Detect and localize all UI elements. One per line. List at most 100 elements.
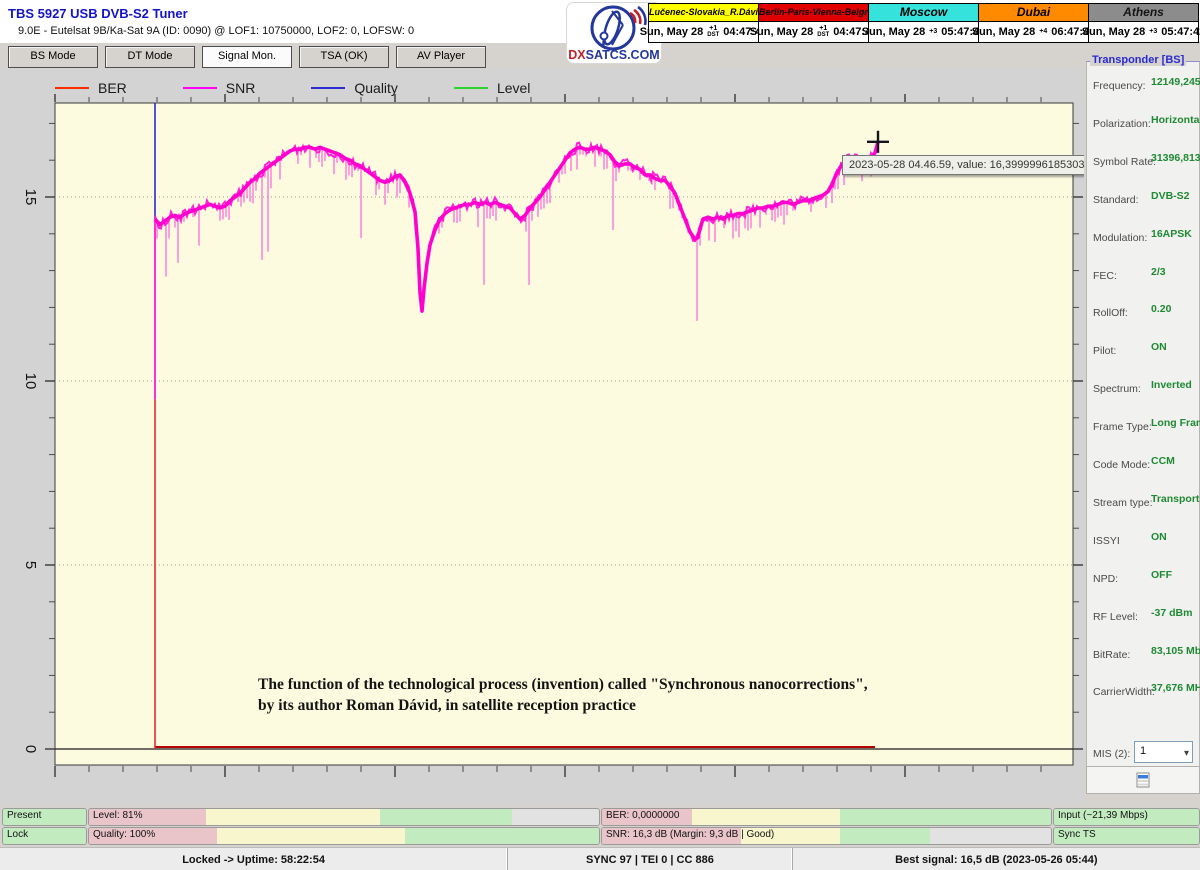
tab-signal-mon-[interactable]: Signal Mon. — [202, 46, 292, 68]
status-lock-uptime: Locked -> Uptime: 58:22:54 — [0, 848, 509, 870]
status-best-signal: Best signal: 16,5 dB (2023-05-26 05:44) — [895, 853, 1098, 866]
clock-city-label: Dubai — [979, 4, 1088, 22]
field-carrierwidth-: CarrierWidth:37,676 MHz — [1093, 682, 1200, 712]
field-label: Stream type: — [1093, 496, 1153, 509]
meter-segment — [839, 828, 930, 844]
field-label: CarrierWidth: — [1093, 686, 1155, 699]
field-standard-: Standard: DVB-S2 — [1093, 190, 1197, 220]
meter-segment — [216, 828, 406, 844]
field-value: Inverted — [1151, 379, 1192, 392]
tab-tsa-ok-[interactable]: TSA (OK) — [299, 46, 389, 68]
field-label: Code Mode: — [1093, 459, 1151, 471]
field-value: Long Frame — [1151, 417, 1200, 430]
field-fec-: FEC: 2/3 — [1093, 266, 1197, 296]
field-label: ISSYI — [1093, 534, 1120, 547]
field-label: RF Level: — [1093, 610, 1138, 623]
field-label: Frame Type: — [1093, 421, 1152, 434]
field-value: 83,105 Mbit/s — [1151, 644, 1200, 657]
meter-ber: BER: 0,0000000 — [601, 808, 1052, 826]
field-stream-type-: Stream type: Transport — [1093, 492, 1200, 523]
field-code-mode-: Code Mode: CCM — [1093, 455, 1197, 485]
meter-segment — [512, 809, 599, 825]
meter-label: Sync TS — [1058, 829, 1096, 840]
window-title: TBS 5927 USB DVB-S2 Tuner — [8, 6, 188, 21]
mis-label: MIS (2): — [1093, 748, 1131, 760]
field-label: Modulation: — [1093, 231, 1148, 244]
transponder-panel: Frequency: 12149,245 MHz Polarization:Hori… — [1086, 61, 1200, 779]
field-value: -37 dBm — [1151, 606, 1193, 619]
field-label: Spectrum: — [1093, 383, 1141, 396]
clock-city-label: Athens — [1089, 4, 1198, 22]
mis-dropdown[interactable]: 1 ▾ — [1134, 741, 1193, 763]
app-window: TBS 5927 USB DVB-S2 Tuner 9.0E - Eutelsa… — [0, 0, 1200, 870]
clock-1: Berlin-Paris-Vienna-BelgradeSun, May 28+… — [750, 4, 877, 42]
field-rf-level-: RF Level: -37 dBm — [1093, 607, 1197, 637]
tab-bar: BS Mode DT Mode Signal Mon. TSA (OK) AV Play… — [0, 42, 1084, 69]
y-tick-label-5: 5 — [22, 561, 39, 569]
clock-city-label: Moscow — [869, 4, 978, 22]
meter-level: Level: 81% — [88, 808, 600, 826]
field-value: 16APSK — [1151, 227, 1192, 240]
field-label: Standard: — [1093, 193, 1139, 206]
field-value: Horizontal — [1151, 113, 1200, 126]
sidebar-title: Transponder [BS] — [1090, 54, 1187, 66]
signal-meters: Present Level: 81% BER: 0,0000000 Input (~2… — [0, 806, 1200, 847]
status-bar: Locked -> Uptime: 58:22:54 SYNC 97 | TEI… — [0, 847, 1200, 870]
meter-label: BER: 0,0000000 — [606, 810, 680, 821]
field-rolloff-: RollOff: 0.20 — [1093, 303, 1197, 333]
field-frequency-: Frequency: 12149,245 MHz — [1093, 76, 1200, 106]
meter-label: Present — [7, 810, 42, 821]
clock-city-label: Berlin-Paris-Vienna-Belgrade — [759, 4, 868, 22]
y-tick-label-10: 10 — [22, 373, 39, 390]
field-value: OFF — [1151, 568, 1172, 581]
field-value: Transport — [1151, 492, 1200, 505]
meter-present: Present — [2, 808, 87, 826]
field-value: CCM — [1151, 455, 1175, 467]
field-symbol-rate-: Symbol Rate:31396,813 KS/s — [1093, 151, 1200, 182]
field-value: 31396,813 KS/s — [1151, 151, 1200, 164]
clock-4: AthensSun, May 28+305:47:42 — [1082, 4, 1200, 42]
stream-list-button[interactable] — [1086, 766, 1200, 794]
clock-0: Lučenec-Slovakia_R.Dávid Sun, May 28 +1 DST… — [640, 4, 767, 42]
clock-3: Dubai Sun, May 28 +4 06:47:42 — [972, 4, 1095, 42]
tab-dt-mode[interactable]: DT Mode — [105, 46, 195, 68]
logo-text: DXSATCS.COM — [568, 48, 659, 62]
mis-selected-value: 1 — [1140, 745, 1147, 757]
field-npd-: NPD: OFF — [1093, 569, 1197, 599]
meter-label: Quality: 100% — [93, 829, 156, 840]
field-polarization-: Polarization: Horizontal — [1093, 113, 1200, 144]
meter-label: Input (~21,39 Mbps) — [1058, 810, 1148, 821]
meter-segment — [379, 809, 513, 825]
meter-quality: Quality: 100% — [88, 827, 600, 845]
meter-label: Lock — [7, 829, 29, 840]
meter-lock: Lock — [2, 827, 87, 845]
world-clocks: Lučenec-Slovakia_R.Dávid Sun, May 28 +1 DST… — [640, 3, 1200, 43]
field-label: BitRate: — [1093, 648, 1131, 661]
window-subtitle: 9.0E - Eutelsat 9B/Ka-Sat 9A (ID: 0090) … — [18, 25, 415, 37]
field-label: Frequency: — [1093, 80, 1146, 92]
field-label: NPD: — [1093, 572, 1119, 585]
field-value: 0.20 — [1151, 303, 1172, 316]
field-label: Polarization: — [1093, 117, 1151, 130]
clock-2: Moscow Sun, May 28 +3 05:47:42 — [862, 4, 985, 42]
field-value: ON — [1151, 341, 1167, 354]
field-pilot-: Pilot: ON — [1093, 341, 1197, 371]
annotation-line1: The function of the technological proces… — [258, 676, 868, 693]
field-value: 37,676 MHz — [1151, 682, 1200, 695]
field-modulation-: Modulation: 16APSK — [1093, 228, 1197, 258]
clock-time: Sun, May 28 +1 DST 04:47:42 — [640, 22, 767, 42]
tab-av-player[interactable]: AV Player — [396, 46, 486, 68]
field-value: ON — [1151, 530, 1167, 543]
mis-row: MIS (2): 1 ▾ — [1093, 741, 1197, 766]
clock-time: Sun, May 28+305:47:42 — [1082, 22, 1200, 42]
meter-segment — [405, 828, 599, 844]
meter-snr: SNR: 16,3 dB (Margin: 9,3 dB | Good) — [601, 827, 1052, 845]
clock-time: Sun, May 28 +1 DST 04:47:42 — [750, 22, 877, 42]
field-value: 2/3 — [1151, 265, 1166, 278]
list-window-icon — [1136, 772, 1150, 788]
tab-bs-mode[interactable]: BS Mode — [8, 46, 98, 68]
field-bitrate-: BitRate: 83,105 Mbit/s — [1093, 644, 1200, 675]
signal-monitor-chart: BER SNR Quality Level 0 5 10 15 The function o… — [0, 68, 1092, 805]
annotation-line2: by its author Roman Dávid, in satellite … — [258, 697, 636, 714]
meter-segment — [929, 828, 1051, 844]
